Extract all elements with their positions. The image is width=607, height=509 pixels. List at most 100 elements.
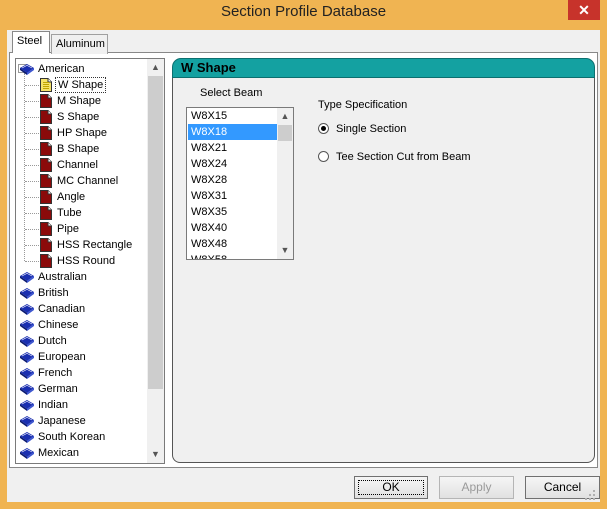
tree-item-b-shape[interactable]: B Shape: [16, 141, 146, 157]
tree-item-label: Dutch: [38, 335, 67, 347]
tree-item-label: Pipe: [57, 223, 80, 235]
tree-item-chinese[interactable]: Chinese: [16, 317, 146, 333]
tree-item-mc-channel[interactable]: MC Channel: [16, 173, 146, 189]
beam-list-item[interactable]: W8X28: [188, 172, 278, 188]
tree-scrollbar[interactable]: ▲ ▼: [147, 59, 164, 463]
apply-button[interactable]: Apply: [439, 476, 514, 499]
tree-item-label: Chinese: [38, 319, 79, 331]
tree-item-label: American: [38, 63, 85, 75]
beam-scrollbar[interactable]: ▲ ▼: [277, 108, 293, 259]
radio-dot-icon: [321, 126, 326, 131]
tree-item-angle[interactable]: Angle: [16, 189, 146, 205]
tree-item-label: M Shape: [57, 95, 102, 107]
tab-steel[interactable]: Steel: [12, 31, 50, 53]
document-icon: [40, 94, 52, 108]
tree-item-indian[interactable]: Indian: [16, 397, 146, 413]
document-icon: [40, 174, 52, 188]
document-icon: [40, 126, 52, 140]
tab-aluminum[interactable]: Aluminum: [51, 34, 108, 54]
beam-listbox[interactable]: W8X15 W8X18 W8X21 W8X24 W8X28 W8X31 W8X35 W8X40…: [186, 107, 294, 260]
scroll-down-arrow-icon[interactable]: ▼: [147, 446, 164, 463]
tree-item-australian[interactable]: Australian: [16, 269, 146, 285]
resize-grip-icon[interactable]: [584, 489, 596, 501]
document-icon: [40, 254, 52, 268]
beam-list-item[interactable]: W8X18: [188, 124, 278, 140]
tree-item-american[interactable]: American: [16, 61, 146, 77]
beam-list-item[interactable]: W8X58: [188, 252, 278, 259]
beam-scroll-up-icon[interactable]: ▲: [277, 108, 293, 125]
beam-scroll-down-icon[interactable]: ▼: [277, 242, 293, 259]
ok-button[interactable]: OK: [354, 476, 428, 499]
tree-item-pipe[interactable]: Pipe: [16, 221, 146, 237]
tree-item-tube[interactable]: Tube: [16, 205, 146, 221]
window-title: Section Profile Database: [220, 3, 387, 20]
document-icon: [40, 206, 52, 220]
tree-item-label: European: [38, 351, 86, 363]
steel-tab-page: −AmericanW ShapeM ShapeS ShapeHP ShapeB …: [9, 52, 598, 468]
tree-scroll-thumb[interactable]: [148, 76, 163, 389]
tree-item-label: Indian: [38, 399, 68, 411]
tree-item-label: British: [38, 287, 69, 299]
type-specification-label: Type Specification: [318, 99, 408, 111]
beam-list-item[interactable]: W8X24: [188, 156, 278, 172]
beam-list-item[interactable]: W8X21: [188, 140, 278, 156]
tree-item-german[interactable]: German: [16, 381, 146, 397]
document-icon: [40, 222, 52, 236]
tree-item-mexican[interactable]: Mexican: [16, 445, 146, 461]
tree-item-channel[interactable]: Channel: [16, 157, 146, 173]
scroll-up-arrow-icon[interactable]: ▲: [147, 59, 164, 76]
beam-list-item[interactable]: W8X15: [188, 108, 278, 124]
section-tree[interactable]: −AmericanW ShapeM ShapeS ShapeHP ShapeB …: [15, 58, 165, 464]
open-document-icon: [40, 78, 52, 92]
beam-list-item[interactable]: W8X35: [188, 204, 278, 220]
beam-scroll-thumb[interactable]: [278, 125, 292, 141]
book-icon: [20, 432, 34, 443]
tree-item-label: German: [38, 383, 78, 395]
document-icon: [40, 142, 52, 156]
radio-label: Single Section: [336, 123, 407, 135]
book-icon: [20, 384, 34, 395]
tree-item-s-shape[interactable]: S Shape: [16, 109, 146, 125]
tree-item-label: B Shape: [57, 143, 100, 155]
focus-ring: [358, 480, 424, 495]
beam-list-item[interactable]: W8X31: [188, 188, 278, 204]
tree-item-label: HSS Round: [57, 255, 116, 267]
tree-item-hss-round[interactable]: HSS Round: [16, 253, 146, 269]
book-icon: [20, 400, 34, 411]
radio-button[interactable]: [318, 123, 329, 134]
tree-item-japanese[interactable]: Japanese: [16, 413, 146, 429]
tree-item-w-shape[interactable]: W Shape: [16, 77, 146, 93]
tree-item-m-shape[interactable]: M Shape: [16, 93, 146, 109]
title-bar: Section Profile Database ✕: [0, 0, 607, 26]
tree-item-south-korean[interactable]: South Korean: [16, 429, 146, 445]
book-icon: [20, 416, 34, 427]
tree-item-label: W Shape: [55, 77, 107, 93]
tree-item-label: Channel: [57, 159, 98, 171]
tree-item-label: HP Shape: [57, 127, 107, 139]
dialog-client: Steel Aluminum −AmericanW ShapeM ShapeS …: [7, 30, 600, 502]
book-icon: [20, 448, 34, 459]
tree-item-canadian[interactable]: Canadian: [16, 301, 146, 317]
document-icon: [40, 190, 52, 204]
tree-item-dutch[interactable]: Dutch: [16, 333, 146, 349]
tree-item-french[interactable]: French: [16, 365, 146, 381]
book-icon: [20, 336, 34, 347]
book-icon: [20, 288, 34, 299]
beam-list-item[interactable]: W8X40: [188, 220, 278, 236]
tree-item-label: South Korean: [38, 431, 106, 443]
tree-item-hss-rectangle[interactable]: HSS Rectangle: [16, 237, 146, 253]
tree-item-european[interactable]: European: [16, 349, 146, 365]
tree-item-label: MC Channel: [57, 175, 119, 187]
beam-list-item[interactable]: W8X48: [188, 236, 278, 252]
book-icon: [20, 352, 34, 363]
beam-panel: Select Beam W8X15 W8X18 W8X21 W8X24 W8X28 W8X…: [172, 78, 595, 463]
tree-item-hp-shape[interactable]: HP Shape: [16, 125, 146, 141]
panel-header: W Shape: [172, 58, 595, 78]
section-profile-window: Section Profile Database ✕ Steel Aluminu…: [0, 0, 607, 509]
tree-item-label: HSS Rectangle: [57, 239, 133, 251]
book-icon: [20, 320, 34, 331]
radio-button[interactable]: [318, 151, 329, 162]
close-button[interactable]: ✕: [568, 0, 600, 20]
tree-item-british[interactable]: British: [16, 285, 146, 301]
radio-label: Tee Section Cut from Beam: [336, 151, 471, 163]
